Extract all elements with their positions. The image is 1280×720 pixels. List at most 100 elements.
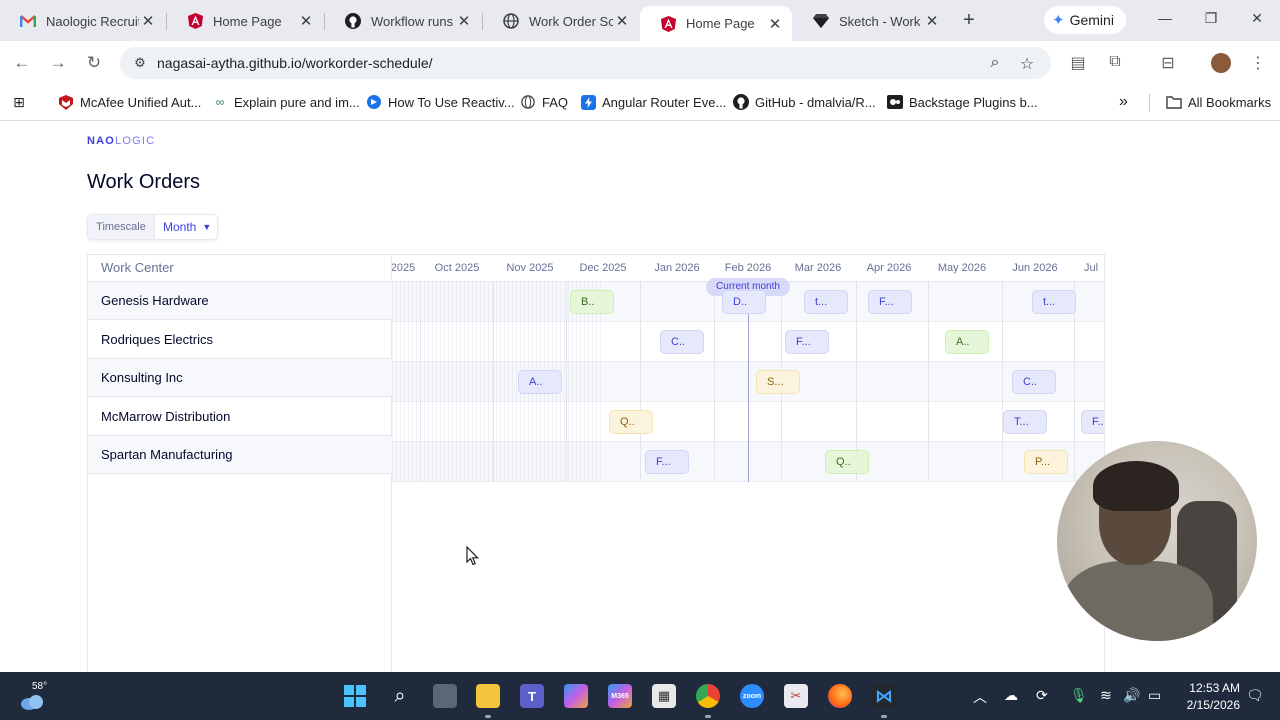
- work-order-bar[interactable]: Q..: [609, 410, 653, 434]
- bookmark-backstage[interactable]: Backstage Plugins b...: [887, 93, 1038, 111]
- bookmark-star-icon[interactable]: ☆: [1018, 54, 1036, 73]
- site-settings-icon[interactable]: ⚙: [132, 55, 148, 71]
- url-text[interactable]: nagasai-aytha.github.io/workorder-schedu…: [157, 55, 433, 71]
- work-order-bar[interactable]: T...: [1003, 410, 1047, 434]
- timescale-select[interactable]: Month ▼: [155, 215, 217, 239]
- sync-icon[interactable]: ⟳: [1036, 687, 1048, 704]
- work-center-row[interactable]: Genesis Hardware: [88, 282, 392, 320]
- gemini-button[interactable]: ✦ Gemini: [1044, 6, 1126, 34]
- apps-grid-icon[interactable]: ⊞: [11, 93, 33, 111]
- close-icon[interactable]: ✕: [455, 12, 473, 30]
- side-panel-icon[interactable]: ⊟: [1158, 53, 1178, 73]
- store-icon[interactable]: ▦: [652, 684, 676, 708]
- work-order-bar[interactable]: A..: [945, 330, 989, 354]
- chevron-up-icon[interactable]: ︿: [973, 687, 987, 707]
- new-tab-button[interactable]: +: [958, 9, 980, 31]
- zoom-icon[interactable]: zoom: [740, 684, 764, 708]
- work-order-bar[interactable]: t...: [804, 290, 848, 314]
- window-close-icon[interactable]: ✕: [1247, 10, 1267, 27]
- reload-icon[interactable]: ↻: [84, 53, 104, 73]
- work-order-bar[interactable]: P...: [1024, 450, 1068, 474]
- work-order-bar[interactable]: F...: [1081, 410, 1104, 434]
- github-icon: [345, 13, 361, 29]
- address-bar[interactable]: ⚙ nagasai-aytha.github.io/workorder-sche…: [120, 47, 1051, 79]
- month-label: Jan 2026: [654, 262, 700, 274]
- tab-home-page[interactable]: Home Page ✕: [167, 7, 323, 35]
- notification-icon[interactable]: 🗨: [1246, 687, 1264, 704]
- work-center-panel: Work Center Genesis Hardware Rodriques E…: [87, 254, 392, 672]
- webcam-overlay[interactable]: [1057, 441, 1257, 641]
- work-order-bar[interactable]: Q..: [825, 450, 869, 474]
- tab-naologic-recruit[interactable]: Naologic Recruit ✕: [0, 7, 165, 35]
- work-center-row[interactable]: McMarrow Distribution: [88, 398, 392, 436]
- tab-workflow-runs[interactable]: Workflow runs · ✕: [325, 7, 481, 35]
- running-indicator: [881, 715, 887, 718]
- teams-icon[interactable]: T: [520, 684, 544, 708]
- profile-avatar[interactable]: [1211, 53, 1231, 73]
- close-icon[interactable]: ✕: [139, 12, 157, 30]
- chrome-icon[interactable]: [696, 684, 720, 708]
- menu-kebab-icon[interactable]: ⋮: [1248, 53, 1268, 73]
- work-order-bar[interactable]: t...: [1032, 290, 1076, 314]
- onedrive-icon[interactable]: ☁: [1004, 687, 1018, 704]
- media-icon[interactable]: ▤: [1068, 53, 1088, 73]
- month-label: Oct 2025: [434, 262, 480, 274]
- work-order-bar[interactable]: F...: [868, 290, 912, 314]
- person-hair: [1093, 461, 1179, 511]
- bookmark-explain-pure[interactable]: ∞ Explain pure and im...: [212, 93, 360, 111]
- tab-sketch[interactable]: Sketch - Work O ✕: [793, 7, 949, 35]
- work-order-bar[interactable]: B..: [570, 290, 614, 314]
- close-icon[interactable]: ✕: [297, 12, 315, 30]
- back-arrow-icon[interactable]: ←: [12, 53, 32, 73]
- close-icon[interactable]: ✕: [766, 15, 784, 33]
- extensions-icon[interactable]: ⧉: [1105, 53, 1125, 73]
- volume-icon[interactable]: 🔊: [1123, 687, 1140, 704]
- work-center-row[interactable]: Spartan Manufacturing: [88, 436, 392, 474]
- file-explorer-icon[interactable]: [476, 684, 500, 708]
- firefox-icon[interactable]: [828, 684, 852, 708]
- work-center-row[interactable]: Rodriques Electrics: [88, 321, 392, 359]
- system-clock[interactable]: 12:53 AM 2/15/2026: [1180, 680, 1240, 714]
- snipping-tool-icon[interactable]: ✂: [784, 684, 808, 708]
- work-order-bar[interactable]: F...: [785, 330, 829, 354]
- m365-icon[interactable]: M365: [608, 684, 632, 708]
- bookmark-reactive[interactable]: How To Use Reactiv...: [366, 93, 515, 111]
- bolt-icon: [580, 94, 596, 110]
- restore-icon[interactable]: ❐: [1201, 10, 1221, 27]
- weather-cloud-icon: [21, 695, 43, 710]
- timeline-panel[interactable]: 2025 Oct 2025 Nov 2025 Dec 2025 Jan 2026…: [392, 254, 1105, 672]
- battery-icon[interactable]: ▭: [1148, 687, 1161, 704]
- bookmark-faq[interactable]: FAQ: [520, 93, 568, 111]
- work-order-bar[interactable]: D..: [722, 290, 766, 314]
- search-icon[interactable]: ⌕: [388, 684, 412, 708]
- zoom-icon[interactable]: ⌕: [986, 54, 1004, 72]
- windows-start-icon[interactable]: [343, 684, 367, 708]
- work-order-bar[interactable]: F...: [645, 450, 689, 474]
- reactive-icon: [366, 94, 382, 110]
- more-bookmarks-button[interactable]: »: [1119, 93, 1128, 111]
- all-bookmarks-button[interactable]: All Bookmarks: [1166, 93, 1271, 111]
- work-order-bar[interactable]: A..: [518, 370, 562, 394]
- tab-home-page-active[interactable]: Home Page ✕: [640, 6, 792, 41]
- vscode-icon[interactable]: ⋈: [872, 684, 896, 708]
- work-order-bar[interactable]: C..: [660, 330, 704, 354]
- copilot-icon[interactable]: [564, 684, 588, 708]
- forward-arrow-icon[interactable]: →: [48, 53, 68, 73]
- work-order-bar[interactable]: S...: [756, 370, 800, 394]
- tab-work-order-schedule[interactable]: Work Order Sch ✕: [483, 7, 639, 35]
- close-icon[interactable]: ✕: [923, 12, 941, 30]
- angular-icon: [660, 15, 676, 32]
- task-view-icon[interactable]: [433, 684, 457, 708]
- bookmark-github[interactable]: GitHub - dmalvia/R...: [733, 93, 876, 111]
- bookmark-mcafee[interactable]: McAfee Unified Aut...: [58, 93, 201, 111]
- bookmark-angular-router[interactable]: Angular Router Eve...: [580, 93, 726, 111]
- folder-icon: [1166, 94, 1182, 110]
- minimize-icon[interactable]: —: [1155, 10, 1175, 26]
- month-label: Apr 2026: [866, 262, 912, 274]
- microphone-icon[interactable]: 🎙: [1070, 687, 1088, 704]
- weather-widget[interactable]: 58°: [20, 681, 47, 710]
- work-order-bar[interactable]: C..: [1012, 370, 1056, 394]
- wifi-icon[interactable]: ≋: [1100, 687, 1112, 704]
- work-center-row[interactable]: Konsulting Inc: [88, 359, 392, 397]
- close-icon[interactable]: ✕: [613, 12, 631, 30]
